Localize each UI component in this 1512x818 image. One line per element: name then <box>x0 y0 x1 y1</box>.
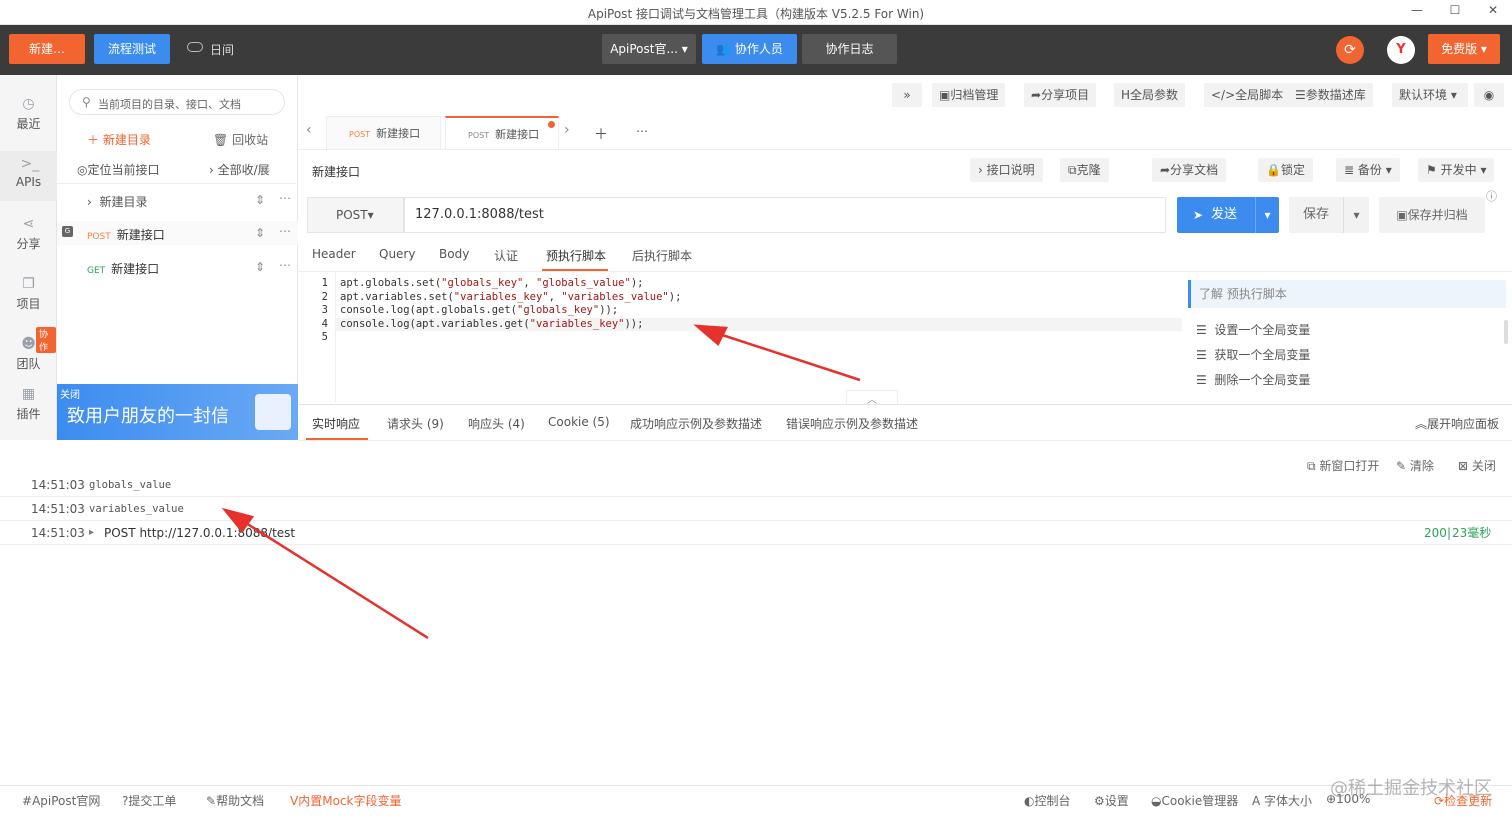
book-icon: ✎ <box>206 794 217 808</box>
arrow-to-log <box>237 516 429 640</box>
footer-help-label: 帮助文档 <box>216 794 265 808</box>
footer-mock-link[interactable]: V内置Mock字段变量 <box>290 792 401 809</box>
footer-help-link[interactable]: ✎帮助文档 <box>206 792 264 809</box>
arrow-head <box>693 324 728 346</box>
footer-settings-button[interactable]: ⚙设置 <box>1094 792 1129 809</box>
footer-cookie-label: Cookie管理器 <box>1161 794 1239 808</box>
footer-font-label: 字体大小 <box>1264 794 1313 808</box>
footer-cookie-button[interactable]: ◒Cookie管理器 <box>1151 792 1238 809</box>
footer-console-label: 控制台 <box>1034 794 1071 808</box>
footer-ticket-label: 提交工单 <box>128 794 177 808</box>
gear-icon: ⚙ <box>1094 794 1105 808</box>
footer-settings-label: 设置 <box>1104 794 1129 808</box>
watermark: @稀土掘金技术社区 <box>1330 778 1492 799</box>
mock-icon: V <box>290 794 299 808</box>
arrow-to-code <box>709 329 861 382</box>
footer-ticket-link[interactable]: ?提交工单 <box>122 792 176 809</box>
footer-mock-label: 内置Mock字段变量 <box>298 794 402 808</box>
hash-icon: # <box>22 794 33 808</box>
footer-site-label: ApiPost官网 <box>32 794 101 808</box>
footer-console-button[interactable]: ◐控制台 <box>1024 792 1071 809</box>
console-icon: ◐ <box>1024 794 1035 808</box>
footer-site-link[interactable]: #ApiPost官网 <box>22 792 100 809</box>
status-bar: #ApiPost官网 ?提交工单 ✎帮助文档 V内置Mock字段变量 ◐控制台 … <box>0 778 1512 812</box>
cookie-icon: ◒ <box>1151 794 1162 808</box>
footer-font-button[interactable]: A 字体大小 <box>1252 792 1312 809</box>
font-icon: A <box>1252 794 1261 808</box>
annotation-arrows <box>221 324 861 640</box>
arrow-head <box>221 507 255 534</box>
